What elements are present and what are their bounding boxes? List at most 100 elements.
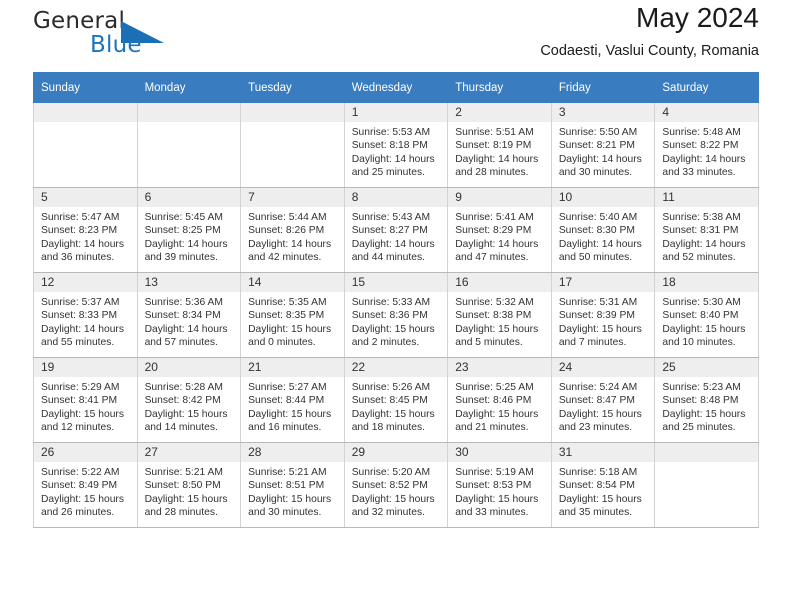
day-cell-inner: 31 Sunrise: 5:18 AM Sunset: 8:54 PM Dayligh… [551,443,655,527]
calendar-day-cell[interactable]: 31 Sunrise: 5:18 AM Sunset: 8:54 PM Dayligh… [550,442,656,528]
day-cell-inner: 5 Sunrise: 5:47 AM Sunset: 8:23 PM Daylight… [34,188,137,272]
daylight-duration-line2: and 26 minutes. [41,507,115,519]
day-number [655,443,758,462]
sunrise-time: Sunrise: 5:38 AM [662,212,741,223]
calendar-day-cell[interactable]: 6 Sunrise: 5:45 AM Sunset: 8:25 PM Daylight… [136,187,242,273]
day-details: Sunrise: 5:22 AM Sunset: 8:49 PM Daylight:… [34,462,137,520]
day-details: Sunrise: 5:50 AM Sunset: 8:21 PM Daylight:… [552,122,655,180]
day-number: 5 [34,188,137,207]
calendar-day-cell[interactable]: 16 Sunrise: 5:32 AM Sunset: 8:38 PM Dayligh… [447,272,552,358]
day-details: Sunrise: 5:38 AM Sunset: 8:31 PM Daylight:… [655,207,758,265]
day-number: 1 [344,103,448,122]
calendar-day-cell[interactable]: 19 Sunrise: 5:29 AM Sunset: 8:41 PM Dayligh… [33,357,138,443]
calendar-day-cell[interactable]: 15 Sunrise: 5:33 AM Sunset: 8:36 PM Dayligh… [343,272,449,358]
day-cell-inner: 27 Sunrise: 5:21 AM Sunset: 8:50 PM Dayligh… [137,443,241,527]
calendar-day-cell[interactable]: 7 Sunrise: 5:44 AM Sunset: 8:26 PM Daylight… [240,187,345,273]
calendar-day-cell[interactable]: 24 Sunrise: 5:24 AM Sunset: 8:47 PM Dayligh… [550,357,656,443]
sunset-time: Sunset: 8:52 PM [351,480,428,492]
calendar-day-cell[interactable]: 28 Sunrise: 5:21 AM Sunset: 8:51 PM Dayligh… [240,442,345,528]
calendar-week-row: 12 Sunrise: 5:37 AM Sunset: 8:33 PM Dayligh… [33,272,759,358]
day-cell-inner: 21 Sunrise: 5:27 AM Sunset: 8:44 PM Dayligh… [241,358,344,442]
day-cell-inner: 25 Sunrise: 5:23 AM Sunset: 8:48 PM Dayligh… [655,358,758,442]
calendar-day-cell[interactable]: 22 Sunrise: 5:26 AM Sunset: 8:45 PM Dayligh… [343,357,449,443]
daylight-duration-line1: Daylight: 15 hours [248,493,332,505]
day-number: 28 [241,443,344,462]
calendar-day-cell[interactable]: 2 Sunrise: 5:51 AM Sunset: 8:19 PM Daylight… [447,102,552,188]
daylight-duration-line2: and 25 minutes. [351,167,425,179]
sunrise-time: Sunrise: 5:28 AM [144,382,223,393]
calendar-day-cell[interactable]: 18 Sunrise: 5:30 AM Sunset: 8:40 PM Dayligh… [654,272,759,358]
calendar-day-cell[interactable]: 12 Sunrise: 5:37 AM Sunset: 8:33 PM Dayligh… [33,272,138,358]
sunset-time: Sunset: 8:51 PM [248,480,325,492]
calendar-day-cell[interactable]: 25 Sunrise: 5:23 AM Sunset: 8:48 PM Dayligh… [654,357,759,443]
calendar-day-cell[interactable]: 3 Sunrise: 5:50 AM Sunset: 8:21 PM Daylight… [550,102,656,188]
daylight-duration-line1: Daylight: 15 hours [144,493,228,505]
daylight-duration-line1: Daylight: 15 hours [662,408,746,420]
day-cell-inner: 19 Sunrise: 5:29 AM Sunset: 8:41 PM Dayligh… [34,358,137,442]
calendar-day-cell[interactable]: 30 Sunrise: 5:19 AM Sunset: 8:53 PM Dayligh… [447,442,552,528]
day-number: 7 [241,188,344,207]
daylight-duration-line1: Daylight: 14 hours [455,153,539,165]
sunset-time: Sunset: 8:44 PM [248,395,325,407]
calendar-day-cell[interactable]: 26 Sunrise: 5:22 AM Sunset: 8:49 PM Dayligh… [33,442,138,528]
sunset-time: Sunset: 8:30 PM [558,225,635,237]
sunset-time: Sunset: 8:49 PM [41,480,118,492]
calendar-day-cell[interactable]: 4 Sunrise: 5:48 AM Sunset: 8:22 PM Daylight… [654,102,759,188]
calendar-page: General Blue May 2024 Codaesti, Vaslui C… [0,0,792,612]
calendar-day-cell-empty [240,102,345,188]
day-details: Sunrise: 5:20 AM Sunset: 8:52 PM Daylight:… [345,462,448,520]
general-blue-logo[interactable]: General Blue [33,8,213,64]
day-number: 26 [34,443,137,462]
day-cell-inner: 18 Sunrise: 5:30 AM Sunset: 8:40 PM Dayligh… [655,273,758,357]
day-details: Sunrise: 5:24 AM Sunset: 8:47 PM Daylight:… [552,377,655,435]
page-subtitle: Codaesti, Vaslui County, Romania [540,43,759,60]
daylight-duration-line1: Daylight: 15 hours [351,408,435,420]
daylight-duration-line1: Daylight: 14 hours [558,238,642,250]
day-number: 19 [34,358,137,377]
calendar-day-cell[interactable]: 8 Sunrise: 5:43 AM Sunset: 8:27 PM Daylight… [343,187,449,273]
sunset-time: Sunset: 8:45 PM [351,395,428,407]
calendar-day-cell[interactable]: 21 Sunrise: 5:27 AM Sunset: 8:44 PM Dayligh… [240,357,345,443]
daylight-duration-line1: Daylight: 15 hours [662,323,746,335]
day-cell-inner: 29 Sunrise: 5:20 AM Sunset: 8:52 PM Dayligh… [344,443,448,527]
day-cell-inner [137,103,241,187]
day-details: Sunrise: 5:21 AM Sunset: 8:51 PM Daylight:… [241,462,344,520]
day-details: Sunrise: 5:33 AM Sunset: 8:36 PM Daylight:… [345,292,448,350]
day-number: 30 [448,443,551,462]
sunrise-time: Sunrise: 5:47 AM [41,212,120,223]
calendar-day-cell[interactable]: 5 Sunrise: 5:47 AM Sunset: 8:23 PM Daylight… [33,187,138,273]
daylight-duration-line2: and 39 minutes. [144,252,218,264]
calendar-day-cell[interactable]: 23 Sunrise: 5:25 AM Sunset: 8:46 PM Dayligh… [447,357,552,443]
day-number: 16 [448,273,551,292]
day-number [34,103,137,122]
day-details: Sunrise: 5:21 AM Sunset: 8:50 PM Daylight:… [138,462,241,520]
daylight-duration-line1: Daylight: 15 hours [41,408,124,420]
sunrise-time: Sunrise: 5:29 AM [41,382,120,393]
calendar-day-cell[interactable]: 29 Sunrise: 5:20 AM Sunset: 8:52 PM Dayligh… [343,442,449,528]
sunset-time: Sunset: 8:35 PM [248,310,325,322]
day-details: Sunrise: 5:47 AM Sunset: 8:23 PM Daylight:… [34,207,137,265]
calendar-day-cell[interactable]: 20 Sunrise: 5:28 AM Sunset: 8:42 PM Dayligh… [136,357,242,443]
sunrise-time: Sunrise: 5:45 AM [144,212,223,223]
day-number: 20 [137,358,241,377]
day-number: 10 [551,188,655,207]
sunrise-time: Sunrise: 5:51 AM [455,127,534,138]
calendar-day-cell[interactable]: 13 Sunrise: 5:36 AM Sunset: 8:34 PM Dayligh… [136,272,242,358]
calendar-day-cell[interactable]: 14 Sunrise: 5:35 AM Sunset: 8:35 PM Dayligh… [240,272,345,358]
sunrise-time: Sunrise: 5:31 AM [558,297,638,308]
calendar-day-cell[interactable]: 1 Sunrise: 5:53 AM Sunset: 8:18 PM Daylight… [343,102,449,188]
calendar-day-cell[interactable]: 17 Sunrise: 5:31 AM Sunset: 8:39 PM Dayligh… [550,272,656,358]
sunset-time: Sunset: 8:48 PM [662,395,739,407]
calendar-day-cell[interactable]: 27 Sunrise: 5:21 AM Sunset: 8:50 PM Dayligh… [136,442,242,528]
day-number: 27 [137,443,241,462]
calendar-day-cell[interactable]: 11 Sunrise: 5:38 AM Sunset: 8:31 PM Dayligh… [654,187,759,273]
day-cell-inner: 23 Sunrise: 5:25 AM Sunset: 8:46 PM Dayligh… [448,358,551,442]
sunset-time: Sunset: 8:33 PM [41,310,118,322]
calendar-day-cell[interactable]: 9 Sunrise: 5:41 AM Sunset: 8:29 PM Daylight… [447,187,552,273]
daylight-duration-line2: and 16 minutes. [248,422,322,434]
day-number: 4 [655,103,758,122]
calendar-body: 1 Sunrise: 5:53 AM Sunset: 8:18 PM Daylight… [33,102,759,528]
calendar-day-cell[interactable]: 10 Sunrise: 5:40 AM Sunset: 8:30 PM Dayligh… [550,187,656,273]
sunrise-time: Sunrise: 5:27 AM [248,382,327,393]
day-number: 17 [551,273,655,292]
